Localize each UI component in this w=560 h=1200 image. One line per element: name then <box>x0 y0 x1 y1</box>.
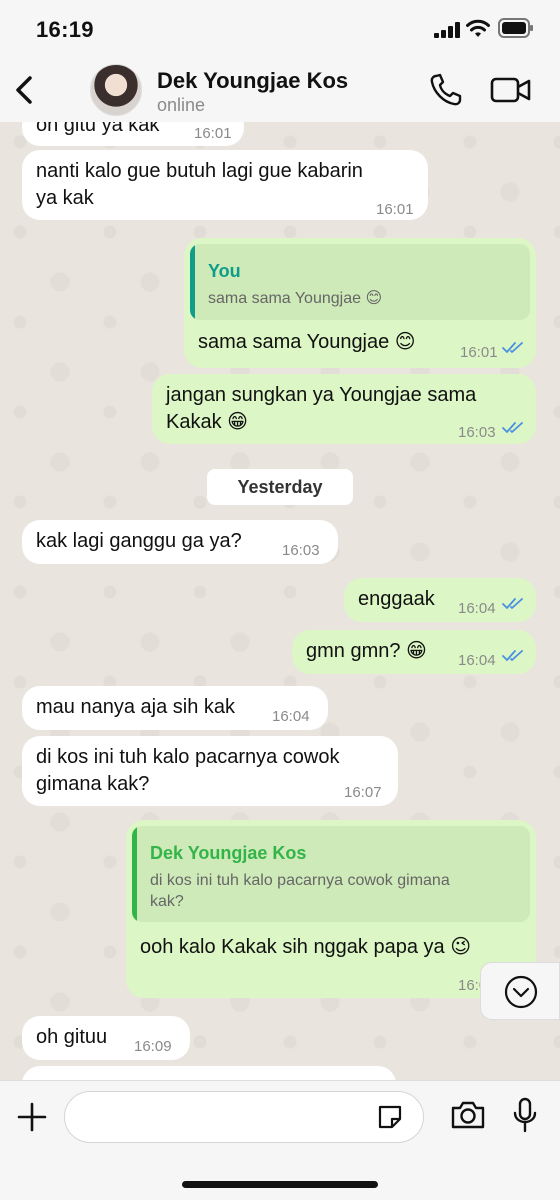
message-time: 16:04 <box>458 600 496 617</box>
message-time: 16:01 <box>460 344 498 361</box>
contact-avatar[interactable] <box>90 64 142 116</box>
message-text-line2: gimana kak? <box>36 773 150 795</box>
message-time: 16:01 <box>376 201 414 218</box>
outgoing-message[interactable]: enggaak 16:04 <box>344 578 536 622</box>
incoming-message[interactable]: di kos ini tuh kalo pacarnya cowok giman… <box>22 736 398 806</box>
chevron-down-icon <box>504 975 538 1009</box>
back-chevron-icon[interactable] <box>10 70 40 110</box>
message-time: 16:09 <box>134 1038 172 1055</box>
wifi-icon <box>466 19 490 37</box>
incoming-message-partial[interactable] <box>22 1066 396 1080</box>
outgoing-message[interactable]: jangan sungkan ya Youngjae sama Kakak 😁 … <box>152 374 536 444</box>
message-time: 16:04 <box>272 708 310 725</box>
message-time: 16:01 <box>194 125 232 142</box>
read-receipt-icon <box>502 422 523 433</box>
quote-accent-bar <box>190 244 195 320</box>
quote-text-line2: kak? <box>150 893 184 910</box>
quote-accent-bar <box>132 826 137 922</box>
status-bar: 16:19 <box>0 0 560 58</box>
sticker-icon[interactable] <box>376 1103 404 1131</box>
microphone-icon[interactable] <box>512 1097 538 1133</box>
video-camera-icon[interactable] <box>490 74 532 106</box>
message-time: 16:04 <box>458 652 496 669</box>
message-text-line2: ya kak <box>36 187 94 209</box>
incoming-message[interactable]: kak lagi ganggu ga ya? 16:03 <box>22 520 338 564</box>
message-text: enggaak <box>358 588 435 610</box>
outgoing-message[interactable]: gmn gmn? 😁 16:04 <box>292 630 536 674</box>
message-text: kak lagi ganggu ga ya? <box>36 530 242 552</box>
quoted-message[interactable]: Dek Youngjae Kos di kos ini tuh kalo pac… <box>132 826 530 922</box>
message-list[interactable]: oh gitu ya kak 16:01 nanti kalo gue butu… <box>0 122 560 1080</box>
phone-icon[interactable] <box>428 72 464 108</box>
incoming-message[interactable]: nanti kalo gue butuh lagi gue kabarin ya… <box>22 150 428 220</box>
incoming-message[interactable]: oh gituu 16:09 <box>22 1016 190 1060</box>
quoted-message[interactable]: You sama sama Youngjae 😊 <box>190 244 530 320</box>
message-text: oh gitu ya kak <box>36 122 160 136</box>
quote-author: You <box>208 261 241 281</box>
cellular-signal-icon <box>434 22 460 38</box>
outgoing-message[interactable]: You sama sama Youngjae 😊 sama sama Young… <box>184 238 536 368</box>
message-text: nanti kalo gue butuh lagi gue kabarin <box>36 160 363 182</box>
camera-icon[interactable] <box>450 1099 486 1131</box>
quote-text: sama sama Youngjae 😊 <box>208 290 383 307</box>
message-text: mau nanya aja sih kak <box>36 696 236 718</box>
battery-icon <box>498 18 533 38</box>
message-input[interactable] <box>64 1091 424 1143</box>
read-receipt-icon <box>502 342 523 353</box>
message-time: 16:03 <box>458 424 496 441</box>
message-text: sama sama Youngjae 😊 <box>198 331 416 353</box>
contact-status: online <box>157 95 206 115</box>
read-receipt-icon <box>502 598 523 609</box>
message-text: oh gituu <box>36 1026 108 1048</box>
plus-icon[interactable] <box>16 1101 48 1133</box>
composer-bar <box>0 1080 560 1200</box>
date-separator: Yesterday <box>207 469 353 505</box>
contact-name[interactable]: Dek Youngjae Kos <box>157 68 348 94</box>
outgoing-message[interactable]: Dek Youngjae Kos di kos ini tuh kalo pac… <box>126 820 536 998</box>
chat-header: Dek Youngjae Kos online <box>0 58 560 122</box>
message-text: ooh kalo Kakak sih nggak papa ya 😉 <box>140 936 472 958</box>
incoming-message[interactable]: oh gitu ya kak 16:01 <box>22 122 244 146</box>
message-text: jangan sungkan ya Youngjae sama <box>166 384 477 406</box>
clock: 16:19 <box>36 17 94 42</box>
quote-author: Dek Youngjae Kos <box>150 843 307 863</box>
quote-text: di kos ini tuh kalo pacarnya cowok giman… <box>150 872 450 889</box>
message-text-line2: Kakak 😁 <box>166 411 248 433</box>
message-text: di kos ini tuh kalo pacarnya cowok <box>36 746 340 768</box>
scroll-to-bottom-button[interactable] <box>480 962 560 1020</box>
home-indicator <box>182 1181 378 1188</box>
read-receipt-icon <box>502 650 523 661</box>
message-time: 16:07 <box>344 784 382 801</box>
incoming-message[interactable]: mau nanya aja sih kak 16:04 <box>22 686 328 730</box>
message-text: gmn gmn? 😁 <box>306 640 427 662</box>
message-time: 16:03 <box>282 542 320 559</box>
